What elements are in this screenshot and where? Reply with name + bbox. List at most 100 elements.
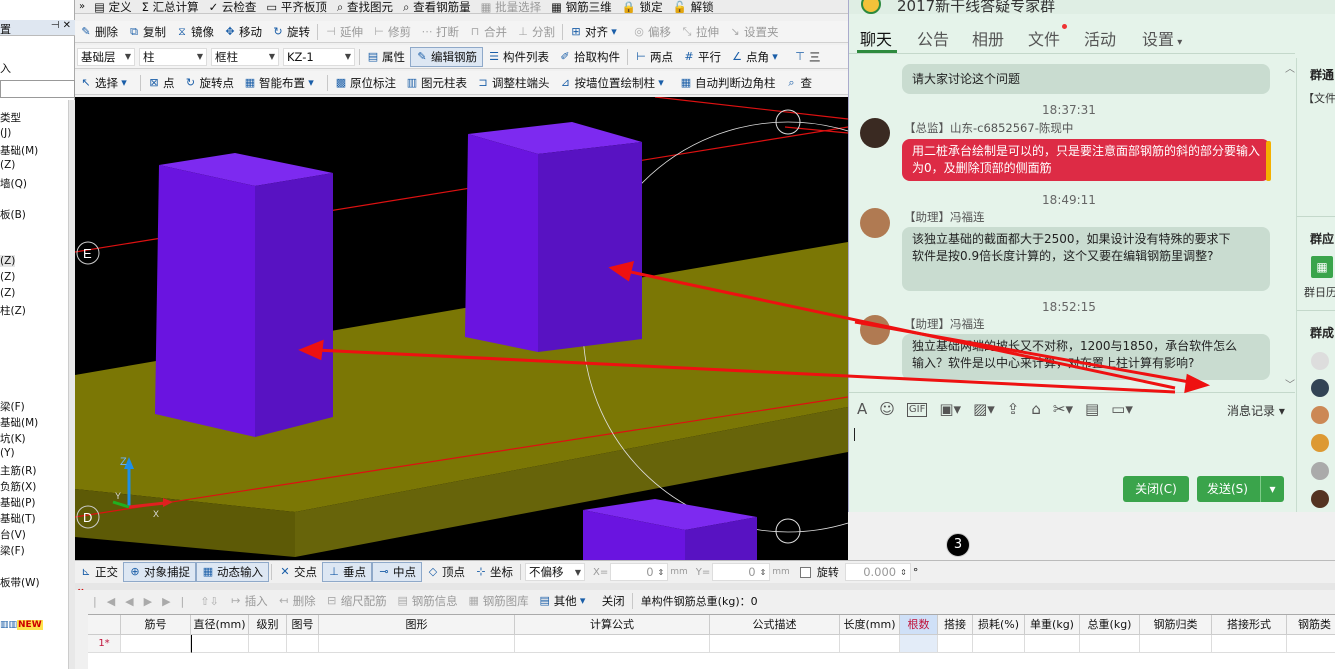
tree-item[interactable]: 板(B) [0,207,26,222]
draw-tool-9[interactable]: ⌕ 查 [781,73,818,93]
snap-toggle-7[interactable]: ⊹ 坐标 [470,562,518,582]
tool-11[interactable]: ◎ 偏移 [628,22,676,42]
avatar[interactable] [860,315,890,345]
draw-tool-8[interactable]: ▦ 自动判断边角柱 [675,73,781,93]
component-tool-3[interactable]: ✐ 拾取构件 [554,47,625,67]
tool-0[interactable]: ✎ 删除 [75,22,123,42]
column-header[interactable]: 图号 [287,615,319,635]
scissors-icon[interactable]: ✂▾ [1053,400,1073,418]
grid-cell[interactable] [710,635,840,653]
axis-bubble-3-label[interactable]: 3 [946,533,970,557]
grid-tool-0[interactable]: ↦ 插入 [225,591,273,611]
chat-tab-5[interactable]: 设置 ▾ [1142,26,1182,50]
axis-bubble-e[interactable]: E [76,241,100,265]
menu-item[interactable]: Σ 汇总计算 [137,0,204,13]
menu-more[interactable]: » [79,1,85,12]
draw-tool-5[interactable]: ▥ 图元柱表 [401,73,472,93]
tree-item[interactable]: (Y) [0,447,15,459]
chat-tab-1[interactable]: 公告 [917,26,949,50]
message-history-button[interactable]: 消息记录 ▾ [1227,402,1285,419]
tool-13[interactable]: ↘ 设置夹 [724,22,784,42]
component-tool-1[interactable]: ✎ 编辑钢筋 [410,46,483,67]
tool-9[interactable]: ⊥ 分割 [512,22,560,42]
avatar[interactable] [860,118,890,148]
tree-item[interactable]: (J) [0,127,11,139]
grid-cell[interactable] [287,635,319,653]
column-header[interactable]: 搭接形式 [1212,615,1287,635]
upload-icon[interactable]: ⇪ [1007,400,1020,418]
tree-item[interactable]: 主筋(R) [0,463,37,478]
splitter[interactable] [75,583,1335,590]
component-tool-0[interactable]: ▤ 属性 [362,47,410,67]
pin-close-icon[interactable]: ⊣ ✕ [51,20,71,31]
member-avatar[interactable] [1311,406,1329,424]
menu-item[interactable]: 🔓 解锁 [668,0,719,13]
tool-1[interactable]: ⧉ 复制 [123,22,171,42]
layer-combo[interactable]: 基础层 ▼ [77,47,135,66]
grid-cell[interactable] [973,635,1025,653]
tool-3[interactable]: ✥ 移动 [219,22,267,42]
grid-cell[interactable] [319,635,515,653]
column-middle[interactable] [465,122,642,352]
subtype-combo[interactable]: 框柱 ▼ [211,47,279,66]
grid-cell[interactable] [121,635,191,653]
left-panel-scrollbar[interactable] [68,100,75,669]
column-left[interactable] [155,153,333,437]
3d-viewport[interactable]: E D Z X Y [75,97,848,560]
tool-5[interactable]: ⊣ 延伸 [320,22,368,42]
tool-10[interactable]: ⊞ 对齐 ▾ [565,22,628,42]
component-tool-4[interactable]: ⊢ 两点 [630,47,678,67]
menu-item[interactable]: 🔒 锁定 [617,0,668,13]
menu-item[interactable]: ✓ 云检查 [204,0,262,13]
message-sender[interactable]: 【助理】冯福连 [904,209,985,225]
grid-cell[interactable] [191,635,249,653]
tool-12[interactable]: ⤡ 拉伸 [676,22,724,42]
tree-item[interactable]: (Z) [0,271,15,283]
draw-tool-2[interactable]: ↻ 旋转点 [180,73,240,93]
draw-tool-3[interactable]: ▦ 智能布置 ▾ [239,73,325,93]
grid-tool-3[interactable]: ▤ 钢筋信息 [392,591,463,611]
grid-cell[interactable] [1212,635,1287,653]
grid-tool-4[interactable]: ▦ 钢筋图库 [463,591,534,611]
grid-cell[interactable] [1140,635,1212,653]
grid-cell[interactable] [515,635,710,653]
chat-input-box[interactable] [853,424,1293,484]
tree-item[interactable]: 基础(M) [0,143,38,158]
grid-tool-1[interactable]: ↤ 删除 [273,591,321,611]
grid-cell[interactable] [1287,635,1335,653]
grid-tool-2[interactable]: ⊟ 缩尺配筋 [321,591,392,611]
send-button[interactable]: 发送(S) ▾ [1197,476,1284,502]
grid-cell[interactable] [1080,635,1140,653]
snap-toggle-1[interactable]: ⊕ 对象捕捉 [123,562,196,582]
grid-tool-5[interactable]: ▤ 其他 ▾ [534,591,597,611]
column-header[interactable]: 钢筋类 [1287,615,1335,635]
tree-item[interactable]: 基础(T) [0,511,36,526]
move-arrows-icon[interactable]: ⇧⇩ [200,595,218,608]
left-panel-search[interactable] [0,80,75,98]
offset-mode-combo[interactable]: 不偏移 ▼ [525,563,585,581]
tree-item[interactable]: (Z) [0,255,16,267]
rotate-checkbox[interactable] [799,566,811,578]
draw-tool-6[interactable]: ⊐ 调整柱端头 [472,73,555,93]
column-header[interactable]: 直径(mm) [191,615,249,635]
tree-item[interactable]: 类型 [0,110,21,125]
calendar-icon[interactable]: ▦ [1311,256,1333,278]
draw-tool-7[interactable]: ⊿ 按墙位置绘制柱 ▾ [555,73,676,93]
menu-item[interactable]: ▦ 钢筋三维 [546,0,617,13]
scroll-down-icon[interactable]: ﹀ [1285,376,1295,391]
tree-item[interactable]: 梁(F) [0,543,25,558]
chat-tab-3[interactable]: 文件 [1028,24,1068,50]
viewport-canvas[interactable]: E D Z X Y [75,97,848,560]
message-sender[interactable]: 【助理】冯福连 [904,316,985,332]
gift-icon[interactable]: ⌂ [1031,400,1041,418]
image-icon[interactable]: ▨▾ [973,400,995,418]
scroll-up-icon[interactable]: ︿ [1285,60,1295,75]
snap-toggle-4[interactable]: ⊥ 垂点 [322,562,372,582]
grid-cell[interactable] [1025,635,1080,653]
column-header[interactable]: 筋号 [121,615,191,635]
snap-toggle-0[interactable]: ⊾ 正交 [75,562,123,582]
type-combo[interactable]: 柱 ▼ [139,47,207,66]
grid-tool-6[interactable]: 关闭 [597,591,630,611]
tree-item[interactable]: 板带(W) [0,575,40,590]
tree-item[interactable]: 基础(P) [0,495,36,510]
